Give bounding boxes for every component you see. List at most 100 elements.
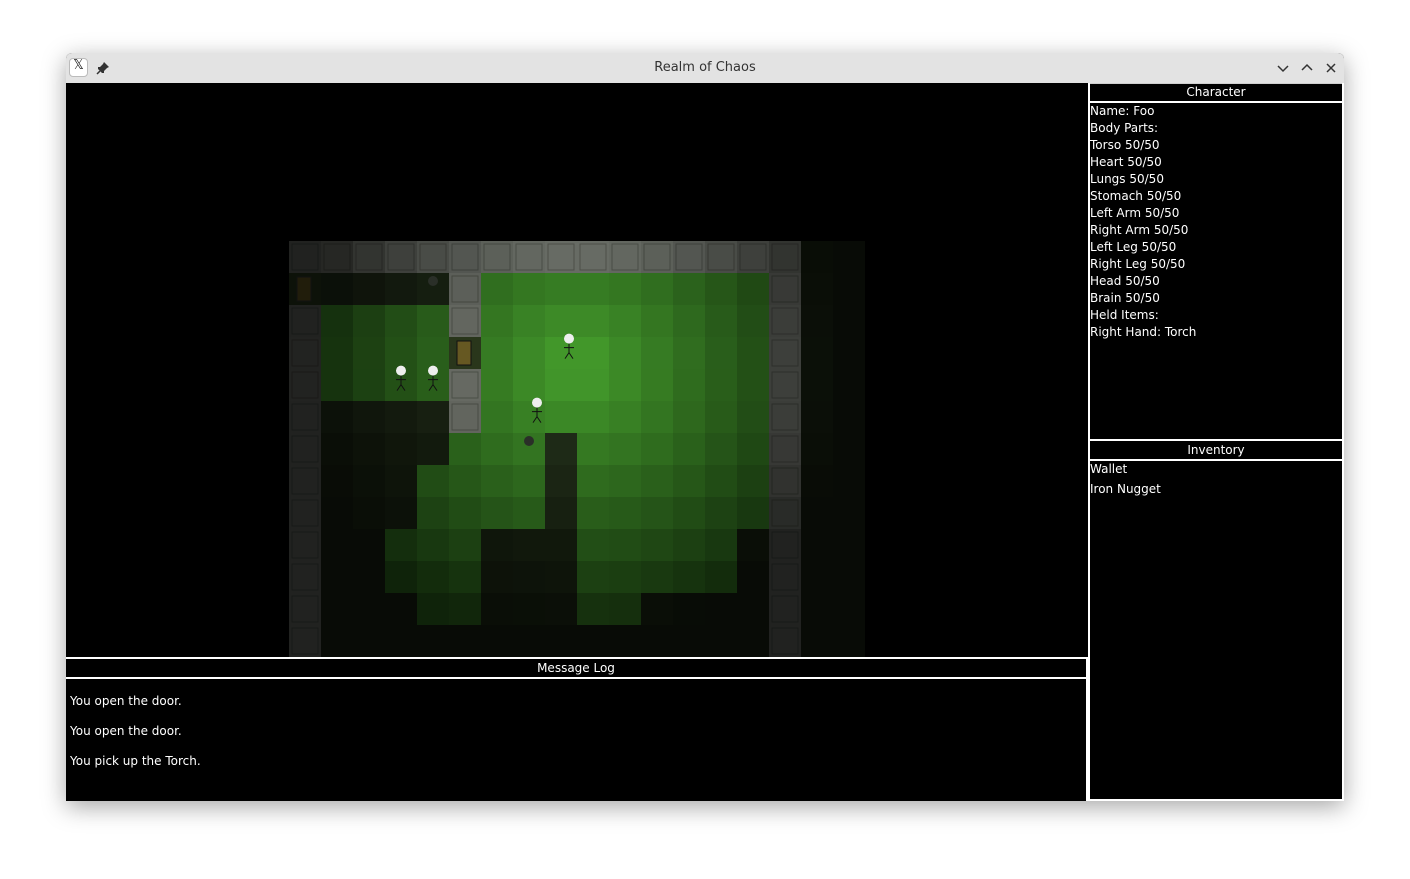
grass-tile	[737, 369, 769, 401]
grass-tile	[577, 369, 609, 401]
dark-tile	[321, 561, 353, 593]
dark-tile	[801, 305, 833, 337]
grass-tile	[609, 305, 641, 337]
wall-tile	[481, 241, 513, 273]
wall-tile	[769, 369, 801, 401]
wall-tile	[769, 305, 801, 337]
game-map-viewport[interactable]	[66, 83, 1088, 657]
grass-tile	[385, 305, 417, 337]
dark-tile	[481, 593, 513, 625]
grass-tile	[417, 497, 449, 529]
character-panel: Character Name: Foo Body Parts: Torso 50…	[1088, 83, 1344, 441]
dark-tile	[833, 401, 865, 433]
body-parts-label: Body Parts:	[1090, 121, 1159, 135]
grass-tile	[705, 433, 737, 465]
wall-tile	[321, 241, 353, 273]
wall-tile	[769, 497, 801, 529]
dark-tile	[353, 561, 385, 593]
dark-tile	[833, 593, 865, 625]
wall-tile	[545, 241, 577, 273]
wall-tile	[769, 433, 801, 465]
wall-tile	[385, 241, 417, 273]
grass-tile	[577, 273, 609, 305]
dark-tile	[737, 529, 769, 561]
dark-tile	[609, 625, 641, 657]
inventory-panel: Inventory Wallet Iron Nugget	[1088, 441, 1344, 801]
dark-floor-tile	[545, 497, 577, 529]
dark-tile	[417, 433, 449, 465]
close-button[interactable]	[1321, 58, 1341, 78]
door-icon[interactable]	[456, 340, 472, 366]
dark-floor-tile	[353, 273, 385, 305]
item-orb-icon[interactable]	[524, 436, 534, 446]
dark-tile	[801, 369, 833, 401]
wall-tile	[289, 433, 321, 465]
wall-tile	[289, 529, 321, 561]
grass-tile	[641, 465, 673, 497]
grass-tile	[449, 465, 481, 497]
wall-tile	[449, 305, 481, 337]
body-part-right-arm: Right Arm 50/50	[1090, 223, 1189, 237]
wall-tile	[769, 625, 801, 657]
tile-map[interactable]	[289, 241, 865, 657]
item-orb-icon[interactable]	[428, 276, 438, 286]
body-part-head: Head 50/50	[1090, 274, 1160, 288]
grass-tile	[609, 401, 641, 433]
wall-tile	[737, 241, 769, 273]
grass-tile	[513, 369, 545, 401]
dark-tile	[481, 561, 513, 593]
dark-tile	[481, 625, 513, 657]
grass-tile	[705, 497, 737, 529]
body-part-right-leg: Right Leg 50/50	[1090, 257, 1186, 271]
wall-tile	[449, 369, 481, 401]
grass-tile	[449, 497, 481, 529]
grass-tile	[673, 369, 705, 401]
dark-tile	[737, 561, 769, 593]
dark-floor-tile	[353, 401, 385, 433]
wall-tile	[289, 401, 321, 433]
grass-tile	[641, 497, 673, 529]
wall-tile	[769, 337, 801, 369]
body-part-left-arm: Left Arm 50/50	[1090, 206, 1180, 220]
wall-tile	[769, 401, 801, 433]
grass-tile	[513, 497, 545, 529]
sidebar: Character Name: Foo Body Parts: Torso 50…	[1088, 83, 1344, 801]
dark-tile	[385, 433, 417, 465]
grass-tile	[609, 433, 641, 465]
dark-tile	[833, 625, 865, 657]
inventory-item[interactable]: Iron Nugget	[1090, 481, 1342, 501]
grass-tile	[641, 337, 673, 369]
dark-tile	[321, 529, 353, 561]
dark-tile	[801, 273, 833, 305]
maximize-button[interactable]	[1297, 58, 1317, 78]
dark-tile	[833, 337, 865, 369]
wall-tile	[513, 241, 545, 273]
dark-tile	[833, 529, 865, 561]
dark-tile	[801, 625, 833, 657]
grass-tile	[577, 561, 609, 593]
title-bar[interactable]: Realm of Chaos	[66, 53, 1344, 84]
wall-tile	[769, 561, 801, 593]
wall-tile	[769, 529, 801, 561]
grass-tile	[545, 401, 577, 433]
dark-tile	[833, 305, 865, 337]
grass-tile	[673, 433, 705, 465]
grass-tile	[705, 401, 737, 433]
door-icon[interactable]	[296, 276, 312, 302]
grass-tile	[641, 273, 673, 305]
minimize-button[interactable]	[1273, 58, 1293, 78]
wall-tile	[609, 241, 641, 273]
grass-tile	[449, 593, 481, 625]
wall-tile	[769, 241, 801, 273]
held-item-right-hand: Right Hand: Torch	[1090, 325, 1197, 339]
dark-tile	[833, 497, 865, 529]
dark-tile	[801, 337, 833, 369]
wall-tile	[705, 241, 737, 273]
grass-tile	[641, 305, 673, 337]
dark-tile	[321, 465, 353, 497]
grass-tile	[545, 369, 577, 401]
grass-tile	[449, 433, 481, 465]
grass-tile	[417, 305, 449, 337]
inventory-item[interactable]: Wallet	[1090, 461, 1342, 481]
wall-tile	[289, 625, 321, 657]
